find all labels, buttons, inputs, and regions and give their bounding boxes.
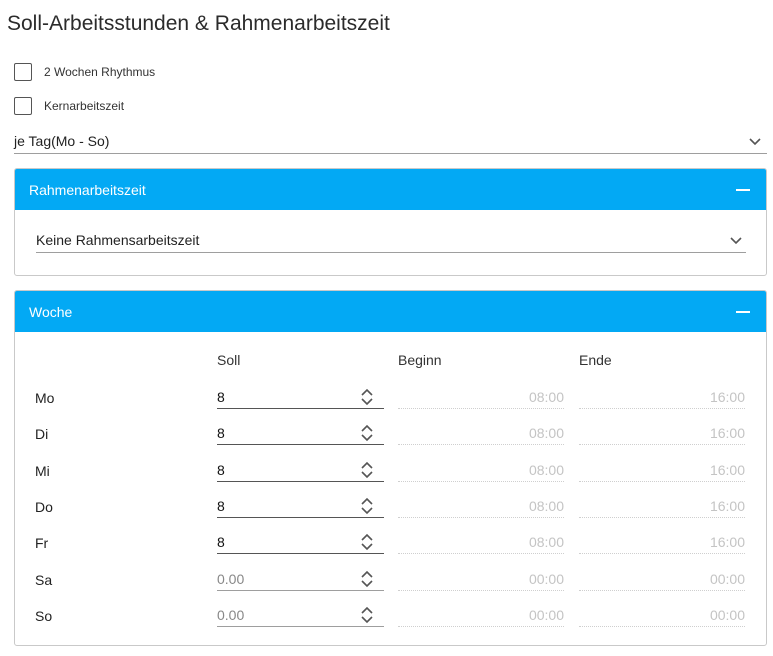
beginn-input[interactable]: 08:00 [398, 530, 564, 554]
soll-value: 8 [217, 461, 225, 478]
beginn-value: 08:00 [528, 388, 564, 405]
collapse-icon[interactable] [736, 310, 750, 313]
core-hours-row[interactable]: Kernarbeitszeit [14, 96, 124, 116]
soll-input[interactable]: 8 [217, 494, 384, 518]
soll-input[interactable]: 8 [217, 530, 384, 554]
soll-value: 0.00 [217, 606, 245, 623]
column-header-ende: Ende [579, 352, 612, 368]
ende-value: 00:00 [709, 606, 745, 623]
mode-select-value: je Tag(Mo - So) [14, 132, 110, 149]
stepper-icon[interactable] [360, 605, 374, 625]
ende-value: 16:00 [709, 388, 745, 405]
two-week-rhythm-row[interactable]: 2 Wochen Rhythmus [14, 62, 155, 82]
ende-value: 00:00 [709, 570, 745, 587]
day-label: Mo [35, 390, 55, 406]
beginn-input[interactable]: 08:00 [398, 494, 564, 518]
beginn-input[interactable]: 08:00 [398, 385, 564, 409]
column-header-beginn: Beginn [398, 352, 442, 368]
soll-value: 8 [217, 497, 225, 514]
ende-input[interactable]: 16:00 [579, 421, 745, 445]
soll-input[interactable]: 0.00 [217, 567, 384, 591]
rahmen-select-value: Keine Rahmensarbeitszeit [36, 231, 200, 248]
ende-value: 16:00 [709, 533, 745, 550]
day-label: So [35, 608, 53, 624]
stepper-icon[interactable] [360, 423, 374, 443]
day-label: Di [35, 426, 49, 442]
ende-input[interactable]: 16:00 [579, 458, 745, 482]
rahmen-panel: Rahmenarbeitszeit Keine Rahmensarbeitsze… [14, 168, 767, 276]
chevron-down-icon [730, 236, 742, 244]
core-hours-checkbox[interactable] [14, 97, 32, 115]
rahmen-panel-title: Rahmenarbeitszeit [29, 181, 146, 198]
rahmen-panel-header[interactable]: Rahmenarbeitszeit [15, 169, 766, 210]
soll-input[interactable]: 0.00 [217, 603, 384, 627]
column-header-soll: Soll [217, 352, 241, 368]
beginn-value: 00:00 [528, 606, 564, 623]
soll-value: 8 [217, 388, 225, 405]
stepper-icon[interactable] [360, 532, 374, 552]
beginn-value: 08:00 [528, 533, 564, 550]
beginn-value: 00:00 [528, 570, 564, 587]
ende-input[interactable]: 00:00 [579, 567, 745, 591]
ende-value: 16:00 [709, 461, 745, 478]
soll-input[interactable]: 8 [217, 421, 384, 445]
stepper-icon[interactable] [360, 496, 374, 516]
soll-value: 8 [217, 424, 225, 441]
stepper-icon[interactable] [360, 569, 374, 589]
rahmen-select[interactable]: Keine Rahmensarbeitszeit [36, 227, 746, 253]
mode-select[interactable]: je Tag(Mo - So) [14, 128, 767, 154]
beginn-input[interactable]: 08:00 [398, 458, 564, 482]
ende-value: 16:00 [709, 424, 745, 441]
chevron-down-icon [749, 137, 761, 145]
soll-input[interactable]: 8 [217, 385, 384, 409]
ende-input[interactable]: 00:00 [579, 603, 745, 627]
core-hours-label: Kernarbeitszeit [44, 99, 125, 113]
soll-input[interactable]: 8 [217, 458, 384, 482]
ende-input[interactable]: 16:00 [579, 530, 745, 554]
ende-input[interactable]: 16:00 [579, 494, 745, 518]
two-week-rhythm-label: 2 Wochen Rhythmus [44, 65, 156, 79]
ende-value: 16:00 [709, 497, 745, 514]
soll-value: 0.00 [217, 570, 245, 587]
day-label: Do [35, 499, 53, 515]
woche-panel-header[interactable]: Woche [15, 291, 766, 332]
day-label: Sa [35, 572, 53, 588]
woche-panel-title: Woche [29, 303, 73, 320]
beginn-value: 08:00 [528, 461, 564, 478]
soll-value: 8 [217, 533, 225, 550]
collapse-icon[interactable] [736, 188, 750, 191]
stepper-icon[interactable] [360, 460, 374, 480]
page-title: Soll-Arbeitsstunden & Rahmenarbeitszeit [7, 12, 390, 35]
two-week-rhythm-checkbox[interactable] [14, 63, 32, 81]
beginn-input[interactable]: 00:00 [398, 567, 564, 591]
beginn-value: 08:00 [528, 424, 564, 441]
beginn-value: 08:00 [528, 497, 564, 514]
stepper-icon[interactable] [360, 387, 374, 407]
ende-input[interactable]: 16:00 [579, 385, 745, 409]
beginn-input[interactable]: 08:00 [398, 421, 564, 445]
beginn-input[interactable]: 00:00 [398, 603, 564, 627]
day-label: Mi [35, 463, 50, 479]
day-label: Fr [35, 535, 49, 551]
